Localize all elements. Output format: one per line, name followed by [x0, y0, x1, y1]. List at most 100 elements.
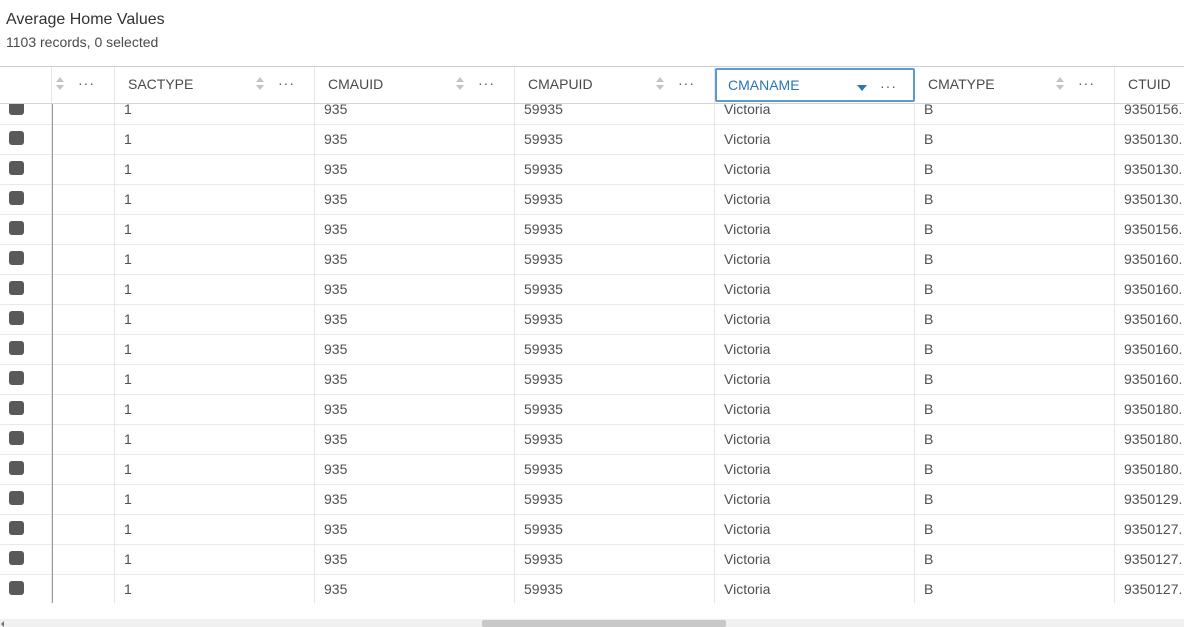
row-checkbox[interactable] [9, 311, 24, 325]
more-options-icon[interactable]: ··· [678, 76, 695, 90]
row-select-cell[interactable] [0, 425, 52, 455]
cell-value: 9350127. [1124, 551, 1183, 567]
table-row[interactable]: 1 935 59935 Victoria B 9350160. [0, 275, 1184, 305]
row-select-cell[interactable] [0, 545, 52, 575]
table-cell: B [915, 275, 1115, 305]
row-checkbox[interactable] [9, 581, 24, 595]
row-checkbox[interactable] [9, 431, 24, 445]
table-row[interactable]: 1 935 59935 Victoria B 9350160. [0, 305, 1184, 335]
row-select-cell[interactable] [0, 275, 52, 305]
row-checkbox[interactable] [9, 131, 24, 145]
row-checkbox[interactable] [9, 461, 24, 475]
blank-cell [52, 365, 115, 395]
row-select-cell[interactable] [0, 185, 52, 215]
table-row[interactable]: 1 935 59935 Victoria B 9350160. [0, 245, 1184, 275]
table-row[interactable]: 1 935 59935 Victoria B 9350160. [0, 335, 1184, 365]
sactype-column-header[interactable]: SACTYPE ··· [115, 67, 315, 103]
more-options-icon[interactable]: ··· [1078, 76, 1095, 90]
row-select-cell[interactable] [0, 215, 52, 245]
cell-value: 935 [324, 131, 348, 147]
more-options-icon[interactable]: ··· [278, 76, 295, 90]
more-options-icon[interactable]: ··· [478, 76, 495, 90]
row-checkbox[interactable] [9, 161, 24, 175]
horizontal-scrollbar[interactable] [0, 619, 1184, 627]
table-header-bar: Average Home Values 1103 records, 0 sele… [0, 0, 1184, 66]
cell-value: 1 [124, 131, 132, 147]
row-checkbox[interactable] [9, 521, 24, 535]
cmatype-column-header[interactable]: CMATYPE ··· [915, 67, 1115, 103]
table-row[interactable]: 1 935 59935 Victoria B 9350160. [0, 365, 1184, 395]
sort-icon[interactable] [655, 76, 665, 94]
blank-column-header[interactable]: ··· [52, 67, 115, 103]
cell-value: 9350180. [1124, 401, 1183, 417]
more-options-icon[interactable]: ··· [880, 79, 897, 93]
row-select-cell[interactable] [0, 455, 52, 485]
cmapuid-column-header[interactable]: CMAPUID ··· [515, 67, 715, 103]
blank-cell [52, 335, 115, 365]
table-cell: 59935 [515, 155, 715, 185]
cmaname-column-header[interactable]: CMANAME ··· [715, 68, 915, 102]
table-cell: 935 [315, 275, 515, 305]
row-checkbox[interactable] [9, 221, 24, 235]
sort-descending-icon[interactable] [857, 85, 867, 91]
row-checkbox[interactable] [9, 401, 24, 415]
cell-value: Victoria [724, 341, 771, 357]
table-row[interactable]: 1 935 59935 Victoria B 9350180. [0, 395, 1184, 425]
table-row[interactable]: 1 935 59935 Victoria B 9350129. [0, 485, 1184, 515]
row-checkbox[interactable] [9, 281, 24, 295]
row-checkbox[interactable] [9, 551, 24, 565]
cell-value: 935 [324, 311, 348, 327]
sort-icon[interactable] [55, 76, 65, 94]
blank-cell [52, 155, 115, 185]
row-select-cell[interactable] [0, 485, 52, 515]
table-cell: 9350180. [1115, 395, 1184, 425]
table-cell: Victoria [715, 245, 915, 275]
column-header-label: SACTYPE [128, 76, 194, 92]
row-select-cell[interactable] [0, 515, 52, 545]
row-select-cell[interactable] [0, 305, 52, 335]
table-cell: Victoria [715, 155, 915, 185]
row-select-cell[interactable] [0, 125, 52, 155]
table-row[interactable]: 1 935 59935 Victoria B 9350130. [0, 185, 1184, 215]
table-row[interactable]: 1 935 59935 Victoria B 9350127. [0, 515, 1184, 545]
table-row[interactable]: 1 935 59935 Victoria B 9350180. [0, 455, 1184, 485]
row-checkbox[interactable] [9, 191, 24, 205]
table-row[interactable]: 1 935 59935 Victoria B 9350127. [0, 545, 1184, 575]
table-row[interactable]: 1 935 59935 Victoria B 9350127. [0, 575, 1184, 603]
table-cell: Victoria [715, 365, 915, 395]
row-checkbox[interactable] [9, 251, 24, 265]
table-cell: 9350160. [1115, 335, 1184, 365]
cell-value: 935 [324, 191, 348, 207]
table-row[interactable]: 1 935 59935 Victoria B 9350130. [0, 155, 1184, 185]
table-title: Average Home Values [6, 11, 165, 28]
cell-value: 59935 [524, 491, 563, 507]
table-cell: 9350130. [1115, 185, 1184, 215]
cell-value: 935 [324, 161, 348, 177]
sort-icon[interactable] [255, 76, 265, 94]
more-options-icon[interactable]: ··· [78, 76, 95, 90]
sort-icon[interactable] [1055, 76, 1065, 94]
row-select-cell[interactable] [0, 395, 52, 425]
scrollbar-thumb[interactable] [482, 620, 726, 627]
row-checkbox[interactable] [9, 491, 24, 505]
table-cell: 1 [115, 455, 315, 485]
blank-cell [52, 275, 115, 305]
cell-value: 59935 [524, 461, 563, 477]
cmauid-column-header[interactable]: CMAUID ··· [315, 67, 515, 103]
scroll-left-icon[interactable] [1, 621, 4, 627]
table-cell: 9350160. [1115, 365, 1184, 395]
table-row[interactable]: 1 935 59935 Victoria B 9350130. [0, 125, 1184, 155]
ctuid-column-header[interactable]: CTUID [1115, 67, 1184, 103]
row-select-cell[interactable] [0, 155, 52, 185]
table-row[interactable]: 1 935 59935 Victoria B 9350180. [0, 425, 1184, 455]
row-checkbox[interactable] [9, 341, 24, 355]
cell-value: B [924, 491, 934, 507]
row-select-cell[interactable] [0, 335, 52, 365]
row-select-cell[interactable] [0, 365, 52, 395]
row-checkbox[interactable] [9, 371, 24, 385]
row-select-cell[interactable] [0, 575, 52, 603]
column-header-label: CTUID [1128, 76, 1171, 92]
table-row[interactable]: 1 935 59935 Victoria B 9350156. [0, 215, 1184, 245]
row-select-cell[interactable] [0, 245, 52, 275]
sort-icon[interactable] [455, 76, 465, 94]
